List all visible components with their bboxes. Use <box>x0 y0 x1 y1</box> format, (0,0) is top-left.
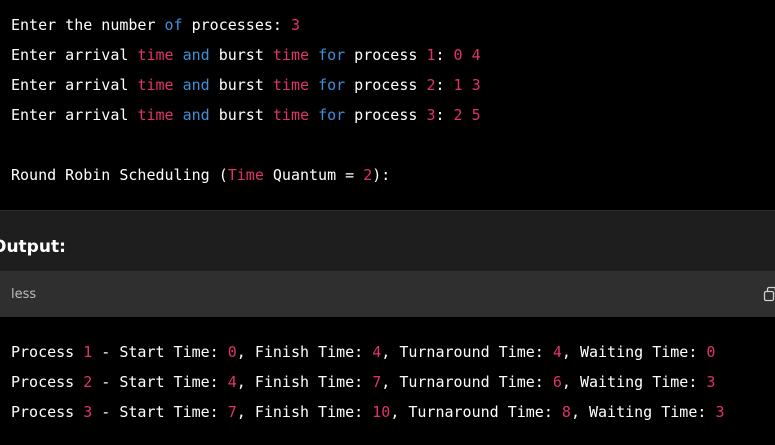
code-token: Enter arrival <box>11 76 138 94</box>
code-token: Round Robin Scheduling ( <box>11 166 228 184</box>
output-line-1: Process 1 - Start Time: 0, Finish Time: … <box>11 342 715 362</box>
code-token: 3 <box>83 403 93 421</box>
code-token: , Turnaround Time: <box>381 373 553 391</box>
code-token: Process <box>11 403 84 421</box>
code-line-1: Enter the number of processes: 3 <box>11 15 300 35</box>
code-token: burst <box>209 46 273 64</box>
code-token: burst <box>209 76 273 94</box>
code-block-header <box>0 271 775 317</box>
code-token: 0 <box>227 343 237 361</box>
code-token: 3 <box>715 403 725 421</box>
code-token: : <box>435 46 454 64</box>
code-token: - Start Time: <box>92 373 228 391</box>
code-token: burst <box>209 106 273 124</box>
code-token: and <box>182 76 210 94</box>
code-token: 3 <box>290 16 300 34</box>
code-token: , Waiting Time: <box>570 403 716 421</box>
code-token: - Start Time: <box>92 343 228 361</box>
code-token: 4 <box>372 343 382 361</box>
code-token: 8 <box>561 403 571 421</box>
code-token: 7 <box>227 403 237 421</box>
code-token: 5 <box>471 106 481 124</box>
code-line-2: Enter arrival time and burst time for pr… <box>11 45 481 65</box>
code-token: , Finish Time: <box>236 403 373 421</box>
code-token: 0 <box>453 46 463 64</box>
code-token: 7 <box>372 373 382 391</box>
code-token: time <box>137 76 174 94</box>
code-token: 4 <box>552 343 562 361</box>
code-token: 2 <box>453 106 463 124</box>
code-token: time <box>137 46 174 64</box>
code-token: - Start Time: <box>92 403 228 421</box>
code-token: Enter arrival <box>11 106 138 124</box>
code-token: 4 <box>227 373 237 391</box>
code-token: Enter arrival <box>11 46 138 64</box>
code-token: process <box>345 106 427 124</box>
code-token: for <box>318 76 346 94</box>
code-token: Quantum = <box>263 166 364 184</box>
code-token: for <box>318 46 346 64</box>
code-token: 0 <box>706 343 716 361</box>
code-token: processes: <box>182 16 291 34</box>
code-token: time <box>272 46 310 64</box>
code-token: , Waiting Time: <box>561 373 707 391</box>
output-heading-band <box>0 211 775 271</box>
code-token: , Turnaround Time: <box>390 403 562 421</box>
code-token: : <box>435 76 454 94</box>
copy-icon[interactable] <box>763 286 775 302</box>
code-token: and <box>182 106 210 124</box>
code-token: 6 <box>552 373 562 391</box>
code-token: for <box>318 106 346 124</box>
code-line-3: Enter arrival time and burst time for pr… <box>11 75 481 95</box>
code-token: Process <box>11 373 84 391</box>
code-token: 10 <box>372 403 391 421</box>
output-heading: Output: <box>0 237 66 257</box>
code-token: , Turnaround Time: <box>381 343 553 361</box>
output-line-2: Process 2 - Start Time: 4, Finish Time: … <box>11 372 715 392</box>
code-line-6: Round Robin Scheduling (Time Quantum = 2… <box>11 165 390 185</box>
output-line-3: Process 3 - Start Time: 7, Finish Time: … <box>11 402 724 422</box>
code-token: 1 <box>83 343 93 361</box>
output-code-block: Process 1 - Start Time: 0, Finish Time: … <box>0 317 775 445</box>
code-language-label: less <box>11 287 37 302</box>
code-token: 1 <box>453 76 463 94</box>
code-token: time <box>137 106 174 124</box>
code-token: ): <box>372 166 391 184</box>
code-token: , Finish Time: <box>236 343 373 361</box>
code-token: 2 <box>363 166 373 184</box>
code-token: time <box>272 106 310 124</box>
code-token: Time <box>227 166 264 184</box>
code-token: and <box>182 46 210 64</box>
code-token: , Finish Time: <box>236 373 373 391</box>
code-token: process <box>345 46 427 64</box>
code-token: 3 <box>471 76 481 94</box>
code-token: 2 <box>83 373 93 391</box>
code-token: : <box>435 106 454 124</box>
code-token: 4 <box>471 46 481 64</box>
code-token: 3 <box>706 373 716 391</box>
code-token: of <box>164 16 183 34</box>
code-token: , Waiting Time: <box>561 343 707 361</box>
code-line-4: Enter arrival time and burst time for pr… <box>11 105 481 125</box>
code-token: time <box>272 76 310 94</box>
code-token: process <box>345 76 427 94</box>
code-token: Enter the number <box>11 16 165 34</box>
input-code-block: Enter the number of processes: 3 Enter a… <box>0 0 775 210</box>
code-token: Process <box>11 343 84 361</box>
